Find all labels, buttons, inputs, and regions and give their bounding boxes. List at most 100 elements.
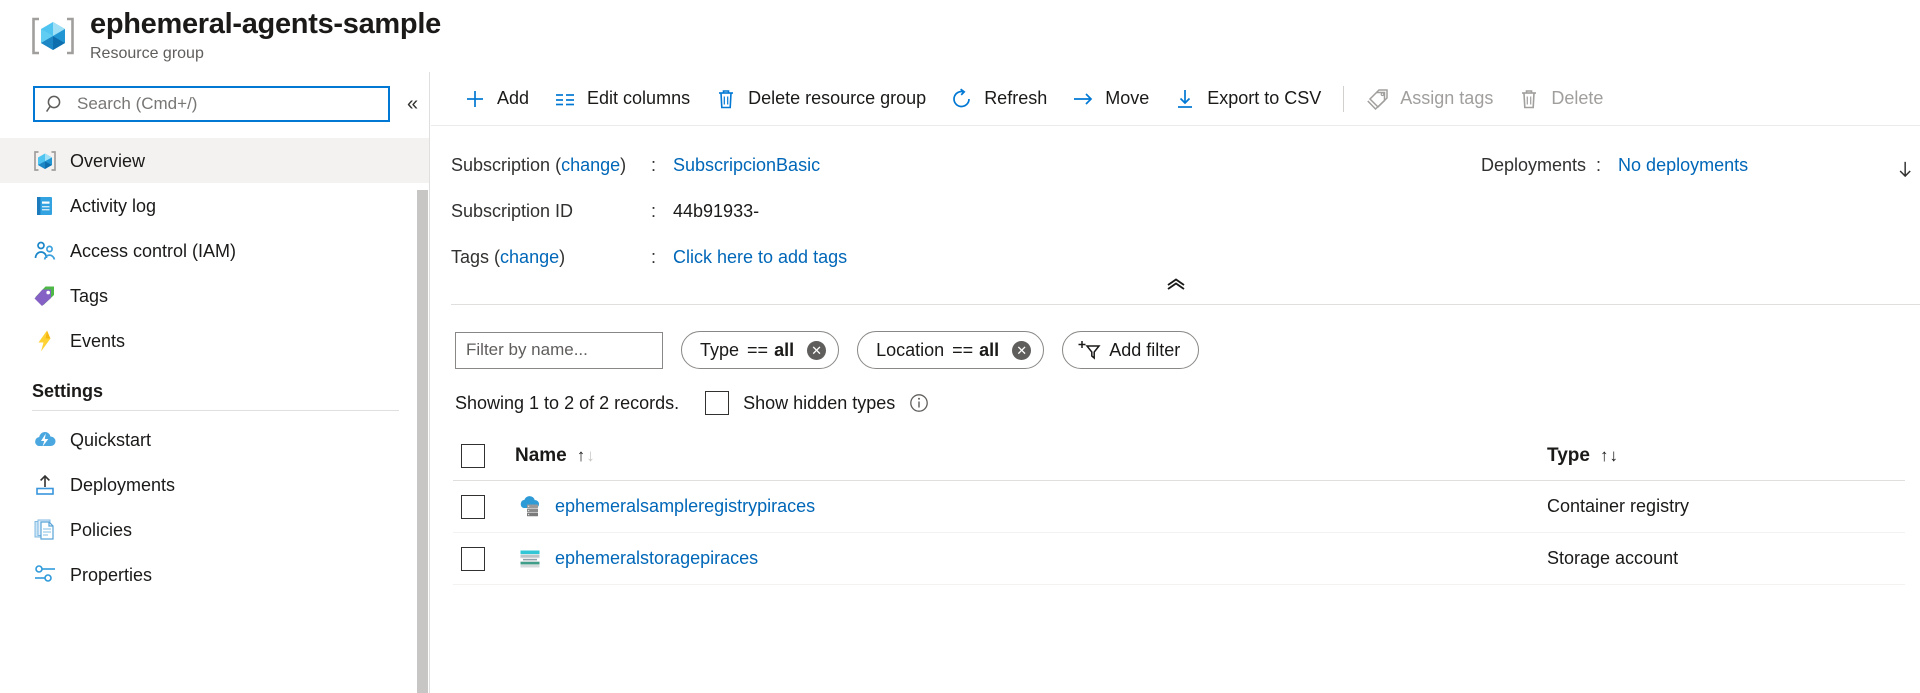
command-label: Add <box>497 88 530 108</box>
resource-name-link[interactable]: ephemeralstoragepiraces <box>555 548 758 569</box>
filter-pill-type[interactable]: Type == all ✕ <box>681 331 840 369</box>
quickstart-icon <box>32 427 58 453</box>
azure-portal-resource-group-page: ephemeral-agents-sample Resource group « <box>0 0 1920 693</box>
sidebar-section-settings: Settings <box>32 381 104 401</box>
add-tags-link[interactable]: Click here to add tags <box>673 247 847 268</box>
refresh-button[interactable]: Refresh <box>938 79 1059 119</box>
sidebar-item-policies[interactable]: Policies <box>0 507 429 552</box>
select-all-checkbox[interactable] <box>461 443 485 468</box>
sidebar-item-label: Policies <box>70 519 133 540</box>
sort-arrows-icon[interactable]: ↑↓ <box>1600 446 1619 466</box>
essentials-collapse-button[interactable] <box>431 274 1920 296</box>
column-header-name[interactable]: Name ↑↓ <box>515 445 1547 467</box>
clear-icon[interactable]: ✕ <box>807 340 827 360</box>
resource-name-link[interactable]: ephemeralsampleregistrypiraces <box>555 496 815 517</box>
essentials-colon: : <box>1596 154 1602 175</box>
essentials-left-column: Subscription (change) : SubscripcionBasi… <box>451 142 1481 280</box>
sidebar-item-activity-log[interactable]: Activity log <box>0 183 429 228</box>
essentials-key-label: Subscription <box>451 154 551 175</box>
filter-pill-operator: == <box>952 339 974 360</box>
essentials-key-label: Subscription ID <box>451 200 574 221</box>
sidebar-item-overview[interactable]: Overview <box>0 138 429 183</box>
sidebar-item-quickstart[interactable]: Quickstart <box>0 417 429 462</box>
sidebar-collapse-button[interactable]: « <box>396 87 429 121</box>
row-select-cell <box>453 494 515 519</box>
search-input[interactable] <box>75 89 375 119</box>
table-row[interactable]: ephemeralstoragepiraces Storage account <box>453 533 1905 585</box>
essentials-key: Subscription (change) <box>451 154 627 175</box>
command-bar-separator <box>1343 85 1345 112</box>
records-bar: Showing 1 to 2 of 2 records. Show hidden… <box>431 369 1920 415</box>
select-all-cell <box>453 443 515 468</box>
column-header-type[interactable]: Type ↑↓ <box>1547 445 1905 467</box>
delete-resource-group-button[interactable]: Delete resource group <box>702 79 938 119</box>
add-button[interactable]: Add <box>451 79 541 119</box>
sidebar-item-properties[interactable]: Properties <box>0 552 429 597</box>
page-header: ephemeral-agents-sample Resource group <box>0 0 1920 72</box>
page-title: ephemeral-agents-sample <box>90 8 441 40</box>
sidebar-item-deployments[interactable]: Deployments <box>0 462 429 507</box>
sidebar-item-label: Deployments <box>70 474 176 495</box>
essentials-right-column: Deployments : No deployments <box>1481 142 1748 280</box>
command-label: Refresh <box>984 88 1048 108</box>
sidebar-item-label: Tags <box>70 285 109 306</box>
clear-icon[interactable]: ✕ <box>1012 340 1032 360</box>
subscription-change-link[interactable]: change <box>561 155 620 175</box>
filter-pill-field: Type <box>700 339 740 360</box>
main-content: Add Edit columns Delete resource group R… <box>431 72 1920 693</box>
command-label: Delete resource group <box>748 88 927 108</box>
assign-tags-button: Assign tags <box>1354 79 1505 119</box>
download-icon <box>1173 87 1197 111</box>
row-name-cell: ephemeralsampleregistrypiraces <box>515 494 1547 520</box>
sidebar-item-tags[interactable]: Tags <box>0 273 429 318</box>
move-button[interactable]: Move <box>1059 79 1161 119</box>
container-registry-icon <box>517 494 543 520</box>
filter-pill-location[interactable]: Location == all ✕ <box>857 331 1045 369</box>
sidebar-scrollbar-thumb[interactable] <box>417 190 428 693</box>
command-label: Assign tags <box>1400 88 1494 108</box>
sidebar-item-label: Overview <box>70 150 146 171</box>
access-control-icon <box>32 238 58 264</box>
row-checkbox[interactable] <box>461 494 485 519</box>
sidebar-item-label: Access control (IAM) <box>70 240 237 261</box>
add-filter-button[interactable]: Add filter <box>1062 331 1200 369</box>
filter-by-name-input[interactable] <box>455 331 663 369</box>
essentials-divider <box>451 304 1920 305</box>
deployments-value-link[interactable]: No deployments <box>1618 155 1748 176</box>
show-hidden-types-label: Show hidden types <box>743 392 896 413</box>
row-checkbox[interactable] <box>461 546 485 571</box>
sidebar-item-label: Quickstart <box>70 429 152 450</box>
essentials-colon: : <box>651 154 657 175</box>
chevron-up-icon <box>1166 278 1185 290</box>
command-label: Export to CSV <box>1207 88 1322 108</box>
essentials-row-deployments: Deployments : No deployments <box>1481 142 1748 188</box>
filter-pill-field: Location <box>876 339 945 360</box>
column-header-label: Type <box>1547 444 1590 466</box>
delete-button: Delete <box>1505 79 1615 119</box>
add-filter-icon <box>1077 339 1101 361</box>
sidebar-item-access-control[interactable]: Access control (IAM) <box>0 228 429 273</box>
sidebar-item-label: Events <box>70 330 126 351</box>
info-icon[interactable] <box>909 393 929 413</box>
sort-arrows-icon[interactable]: ↑↓ <box>577 446 596 466</box>
resource-type-value: Container registry <box>1547 496 1690 516</box>
filter-bar: Type == all ✕ Location == all ✕ <box>431 305 1920 369</box>
table-row[interactable]: ephemeralsampleregistrypiraces Container… <box>453 481 1905 533</box>
command-label: Edit columns <box>587 88 691 108</box>
add-filter-label: Add filter <box>1109 339 1181 360</box>
records-count-label: Showing 1 to 2 of 2 records. <box>455 392 680 413</box>
properties-icon <box>32 562 58 588</box>
sidebar-item-events[interactable]: Events <box>0 318 429 363</box>
search-box[interactable] <box>33 86 391 122</box>
policies-icon <box>32 517 58 543</box>
refresh-icon <box>950 87 974 111</box>
storage-account-icon <box>517 546 543 572</box>
subscription-value-link[interactable]: SubscripcionBasic <box>673 155 820 176</box>
command-label: Move <box>1105 88 1150 108</box>
show-hidden-types-checkbox[interactable] <box>705 391 730 415</box>
edit-columns-button[interactable]: Edit columns <box>541 79 702 119</box>
sidebar-item-label: Activity log <box>70 195 157 216</box>
export-to-csv-button[interactable]: Export to CSV <box>1161 79 1333 119</box>
tags-change-link[interactable]: change <box>500 247 559 267</box>
command-bar: Add Edit columns Delete resource group R… <box>431 72 1920 178</box>
